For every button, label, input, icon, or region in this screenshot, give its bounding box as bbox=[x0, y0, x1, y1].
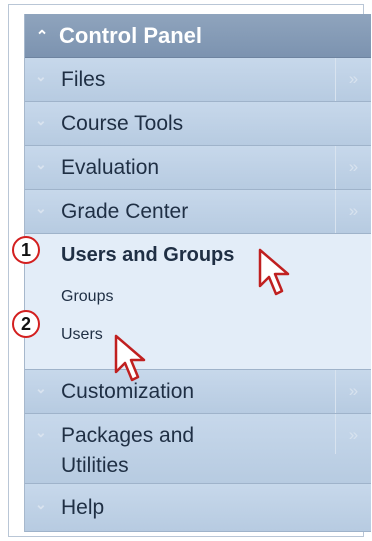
menu-item-users-and-groups[interactable]: Users and Groups Groups Users bbox=[25, 234, 371, 370]
expand-arrow-icon[interactable]: » bbox=[335, 190, 371, 233]
menu-item-label: Help bbox=[61, 496, 105, 519]
menu-item-label-line-1: Packages and bbox=[61, 424, 195, 447]
menu-item-label[interactable]: Users and Groups bbox=[61, 244, 234, 267]
menu-item-customization[interactable]: ⌄ Customization » bbox=[25, 370, 371, 414]
menu-item-label: Course Tools bbox=[61, 112, 184, 135]
menu-item-label: Evaluation bbox=[61, 156, 160, 179]
menu-item-grade-center[interactable]: ⌄ Grade Center » bbox=[25, 190, 371, 234]
submenu-item-groups[interactable]: Groups bbox=[61, 288, 113, 306]
mouse-pointer-icon bbox=[258, 248, 290, 296]
menu-item-label: Customization bbox=[61, 380, 195, 403]
step-badge-1: 1 bbox=[12, 236, 40, 264]
expand-arrow-icon[interactable]: » bbox=[335, 58, 371, 101]
menu-item-label-line-2: Utilities bbox=[61, 454, 129, 477]
double-chevron-down-icon: ⌄ bbox=[35, 156, 47, 172]
mouse-pointer-icon bbox=[114, 334, 146, 382]
double-chevron-down-icon: ⌄ bbox=[35, 424, 47, 440]
control-panel: ⌃ Control Panel ⌄ Files » ⌄ Course Tools… bbox=[24, 14, 371, 532]
menu-item-help[interactable]: ⌄ Help bbox=[25, 484, 371, 532]
menu-item-files[interactable]: ⌄ Files » bbox=[25, 58, 371, 102]
expand-arrow-icon[interactable]: » bbox=[335, 370, 371, 413]
expand-arrow-icon[interactable]: » bbox=[335, 146, 371, 189]
double-chevron-down-icon: ⌄ bbox=[35, 112, 47, 128]
menu-item-evaluation[interactable]: ⌄ Evaluation » bbox=[25, 146, 371, 190]
control-panel-header[interactable]: ⌃ Control Panel bbox=[25, 14, 371, 58]
double-chevron-up-icon: ⌃ bbox=[35, 27, 49, 45]
double-chevron-down-icon: ⌄ bbox=[35, 68, 47, 84]
control-panel-title: Control Panel bbox=[59, 22, 203, 48]
menu-item-packages-and-utilities[interactable]: ⌄ Packages and Utilities » bbox=[25, 414, 371, 484]
expand-arrow-icon[interactable]: » bbox=[335, 414, 371, 454]
submenu-item-users[interactable]: Users bbox=[61, 326, 103, 344]
double-chevron-down-icon: ⌄ bbox=[35, 496, 47, 512]
double-chevron-down-icon: ⌄ bbox=[35, 200, 47, 216]
step-badge-2: 2 bbox=[12, 310, 40, 338]
menu-item-course-tools[interactable]: ⌄ Course Tools bbox=[25, 102, 371, 146]
menu-item-label: Files bbox=[61, 68, 106, 91]
menu-item-label: Grade Center bbox=[61, 200, 189, 223]
double-chevron-down-icon: ⌄ bbox=[35, 380, 47, 396]
